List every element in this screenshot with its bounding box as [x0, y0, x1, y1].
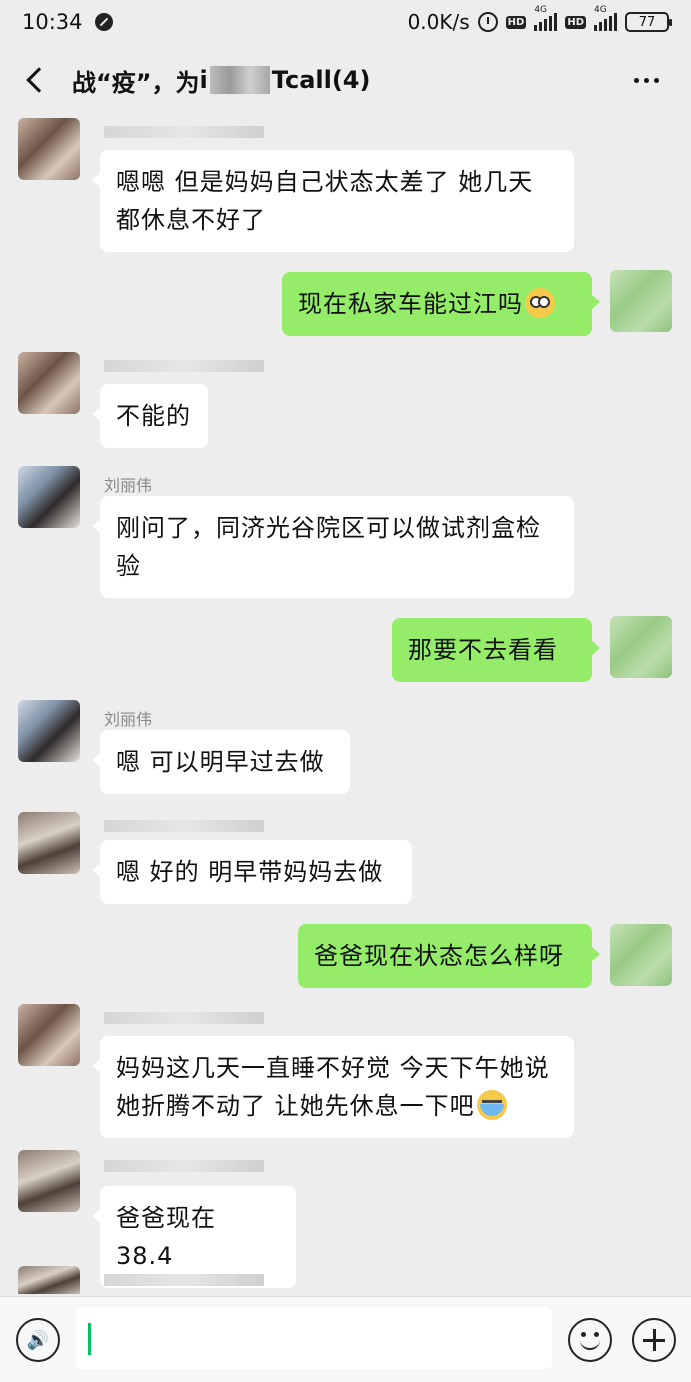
- chat-title: 战“疫”，为 i Tcall(4): [72, 63, 370, 98]
- message-bubble-outgoing[interactable]: 现在私家车能过江吗: [282, 272, 600, 336]
- signal-icon: 4G: [594, 5, 617, 31]
- crying-emoji-icon: [476, 1090, 507, 1120]
- back-icon[interactable]: [26, 67, 52, 93]
- message-bubble-incoming[interactable]: 嗯 好的 明早带妈妈去做: [92, 840, 412, 904]
- redacted-sender-name: [104, 1012, 264, 1024]
- flushed-emoji-icon: [525, 288, 555, 318]
- avatar[interactable]: [18, 700, 80, 762]
- message-text: 那要不去看看: [408, 636, 558, 664]
- message-bubble-incoming[interactable]: 嗯 可以明早过去做: [92, 730, 350, 794]
- chat-title-suffix: Tcall(4): [271, 66, 371, 94]
- redacted-sender-name: [104, 1274, 264, 1286]
- do-not-disturb-icon: [94, 13, 113, 31]
- redacted-sender-name: [104, 820, 264, 832]
- redacted-mask: [209, 66, 270, 94]
- plus-icon[interactable]: [632, 1318, 676, 1362]
- alarm-icon: [477, 12, 498, 32]
- avatar-self[interactable]: [610, 616, 672, 678]
- avatar-self[interactable]: [610, 270, 672, 332]
- chat-title-mid: i: [199, 66, 208, 94]
- redacted-sender-name: [104, 1160, 264, 1172]
- message-text: 爸爸现在状态怎么样呀: [314, 942, 564, 970]
- message-text: 嗯嗯 但是妈妈自己状态太差了 她几天都休息不好了: [116, 168, 534, 234]
- avatar[interactable]: [18, 1150, 80, 1212]
- message-text: 嗯 可以明早过去做: [116, 748, 325, 776]
- chat-title-prefix: 战“疫”，为: [72, 68, 200, 97]
- message-bubble-outgoing[interactable]: 那要不去看看: [392, 618, 600, 682]
- input-bar: 🔊: [0, 1296, 691, 1382]
- avatar[interactable]: [18, 352, 80, 414]
- voice-icon[interactable]: 🔊: [16, 1318, 60, 1362]
- signal-type-label: 4G: [534, 5, 548, 15]
- emoji-icon[interactable]: [568, 1318, 612, 1362]
- message-bubble-incoming[interactable]: 不能的: [92, 384, 208, 448]
- sender-name: 刘丽伟: [104, 476, 153, 495]
- message-input[interactable]: [76, 1307, 552, 1369]
- message-text: 爸爸现在 38.4: [116, 1204, 216, 1270]
- hd-badge: HD: [505, 15, 527, 29]
- signal-type-label: 4G: [594, 5, 607, 15]
- status-time: 10:34: [22, 10, 83, 34]
- message-bubble-outgoing[interactable]: 爸爸现在状态怎么样呀: [298, 924, 600, 988]
- message-bubble-incoming[interactable]: 刚问了，同济光谷院区可以做试剂盒检验: [92, 496, 574, 598]
- redacted-sender-name: [104, 126, 264, 138]
- hd-badge: HD: [565, 15, 586, 29]
- sender-name: 刘丽伟: [104, 710, 153, 729]
- message-text: 刚问了，同济光谷院区可以做试剂盒检验: [116, 514, 541, 580]
- network-speed: 0.0K/s: [407, 10, 470, 34]
- signal-icon: 4G: [534, 5, 558, 31]
- text-caret: [88, 1323, 91, 1355]
- battery-icon: 77: [625, 12, 672, 32]
- avatar-self[interactable]: [610, 924, 672, 986]
- avatar[interactable]: [18, 812, 80, 874]
- redacted-sender-name: [104, 360, 264, 372]
- avatar[interactable]: [18, 118, 80, 180]
- avatar[interactable]: [18, 466, 80, 528]
- message-text: 不能的: [116, 402, 191, 430]
- status-bar: 10:34 0.0K/s HD 4G HD 4G 77: [0, 0, 691, 44]
- message-text: 现在私家车能过江吗: [298, 290, 523, 318]
- message-bubble-incoming[interactable]: 妈妈这几天一直睡不好觉 今天下午她说她折腾不动了 让她先休息一下吧: [92, 1036, 574, 1138]
- message-bubble-incoming[interactable]: 嗯嗯 但是妈妈自己状态太差了 她几天都休息不好了: [92, 150, 574, 252]
- avatar[interactable]: [18, 1004, 80, 1066]
- more-options-icon[interactable]: [634, 77, 659, 83]
- message-bubble-incoming[interactable]: 爸爸现在 38.4: [92, 1186, 296, 1288]
- avatar[interactable]: [18, 1266, 80, 1294]
- message-text: 嗯 好的 明早带妈妈去做: [116, 858, 384, 886]
- chat-header: 战“疫”，为 i Tcall(4): [0, 44, 691, 116]
